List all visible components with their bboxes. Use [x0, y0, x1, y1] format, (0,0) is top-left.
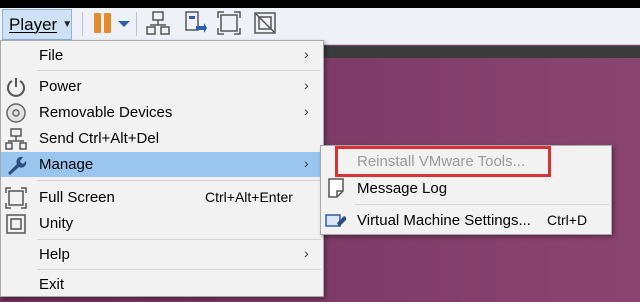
highlight-annotation-box	[335, 146, 551, 177]
message-log-icon	[328, 178, 344, 198]
fullscreen-icon	[5, 187, 27, 209]
menu-separator	[37, 180, 321, 181]
player-dropdown-menu: File › Power › Removable Devices › Send …	[0, 40, 324, 297]
menu-item-label: Unity	[39, 215, 74, 232]
menu-item-help[interactable]: Help ›	[1, 242, 323, 267]
unity-icon[interactable]	[252, 10, 278, 36]
menu-item-unity[interactable]: Unity	[1, 211, 323, 236]
menu-item-virtual-machine-settings[interactable]: Virtual Machine Settings... Ctrl+D	[321, 207, 611, 233]
pause-icon[interactable]	[90, 10, 116, 36]
chevron-right-icon: ›	[304, 103, 309, 119]
menu-item-manage[interactable]: Manage ›	[1, 152, 323, 177]
menu-item-label: Manage	[39, 156, 94, 173]
chevron-right-icon: ›	[304, 46, 309, 62]
chevron-right-icon: ›	[304, 155, 309, 171]
unity-icon	[6, 214, 26, 234]
toolbar-divider	[82, 12, 83, 36]
menu-item-label: Power	[39, 78, 82, 95]
menu-item-label: Send Ctrl+Alt+Del	[39, 130, 160, 147]
menu-item-power[interactable]: Power ›	[1, 74, 323, 99]
menu-item-full-screen[interactable]: Full Screen Ctrl+Alt+Enter	[1, 185, 323, 210]
wrench-icon	[8, 156, 27, 175]
menu-separator	[355, 204, 609, 205]
power-icon	[7, 78, 25, 97]
chevron-down-icon: ▼	[62, 19, 73, 30]
menu-item-file[interactable]: File ›	[1, 43, 323, 68]
shortcut-label: Ctrl+D	[547, 212, 588, 228]
menu-item-send-ctrl-alt-del[interactable]: Send Ctrl+Alt+Del	[1, 126, 323, 151]
chevron-right-icon: ›	[304, 245, 309, 261]
send-ctrl-alt-del-icon	[5, 128, 27, 150]
toolbar: Player ▼	[0, 0, 640, 45]
player-menu-button[interactable]: Player ▼	[2, 9, 72, 40]
menu-item-label: Virtual Machine Settings...	[357, 212, 531, 229]
network-icon[interactable]	[145, 10, 171, 36]
menu-item-label: Exit	[39, 276, 65, 293]
chevron-right-icon: ›	[304, 77, 309, 93]
menu-separator	[37, 70, 321, 71]
menu-separator	[37, 239, 321, 240]
vm-settings-icon	[325, 214, 347, 227]
toolbar-divider	[136, 12, 137, 36]
disc-icon	[6, 103, 26, 123]
send-keys-icon[interactable]	[182, 10, 208, 36]
menu-separator	[37, 269, 321, 270]
player-menu-label: Player	[9, 14, 58, 34]
menu-item-label: File	[39, 47, 64, 64]
menu-item-removable-devices[interactable]: Removable Devices ›	[1, 100, 323, 125]
menu-item-label: Message Log	[357, 180, 448, 197]
menu-item-message-log[interactable]: Message Log	[321, 175, 611, 201]
menu-item-label: Removable Devices	[39, 104, 173, 121]
dropdown-caret-icon[interactable]	[116, 10, 132, 36]
menu-item-exit[interactable]: Exit	[1, 272, 323, 297]
shortcut-label: Ctrl+Alt+Enter	[205, 189, 293, 205]
menu-item-label: Full Screen	[39, 189, 115, 206]
menu-item-label: Help	[39, 246, 70, 263]
toolbar-top-edge	[0, 0, 640, 8]
fullscreen-icon[interactable]	[216, 10, 242, 36]
